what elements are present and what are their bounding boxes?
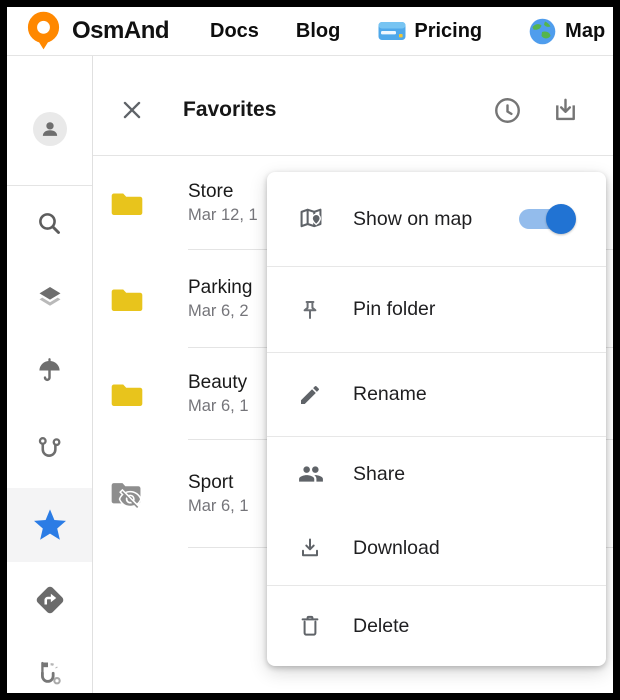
recent-clock-icon[interactable]: [493, 96, 522, 125]
folder-context-menu: Show on map Pin folder: [267, 172, 606, 666]
menu-item-label: Download: [353, 537, 440, 560]
menu-item-delete[interactable]: Delete: [267, 586, 606, 666]
menu-item-label: Show on map: [353, 208, 472, 231]
menu-item-label: Pin folder: [353, 298, 435, 321]
folder-date: Mar 6, 2: [188, 300, 252, 323]
sidebar-item-map-layers[interactable]: [7, 270, 92, 326]
star-icon: [31, 507, 69, 543]
menu-item-show-on-map[interactable]: Show on map: [267, 172, 606, 266]
nav-link-map[interactable]: Map: [565, 20, 605, 43]
plan-route-icon: [36, 659, 64, 687]
umbrella-icon: [36, 357, 63, 384]
sidebar-item-weather[interactable]: [7, 342, 92, 398]
brand-title[interactable]: OsmAnd: [72, 17, 169, 45]
folder-name: Beauty: [188, 370, 249, 395]
push-pin-icon: [298, 298, 324, 322]
menu-item-rename[interactable]: Rename: [267, 353, 606, 436]
folder-icon: [111, 286, 143, 313]
folder-icon: [111, 190, 143, 217]
folder-date: Mar 6, 1: [188, 395, 249, 418]
panel-title: Favorites: [183, 98, 276, 122]
menu-item-pin-folder[interactable]: Pin folder: [267, 267, 606, 352]
folder-name: Sport: [188, 470, 249, 495]
credit-card-icon: [378, 21, 406, 41]
folder-name: Store: [188, 179, 258, 204]
sidebar-item-tracks[interactable]: [7, 420, 92, 476]
hidden-folder-icon: [111, 479, 143, 509]
directions-icon: [33, 583, 67, 617]
sidebar-item-account[interactable]: [7, 101, 92, 157]
app-window: OsmAnd Docs Blog Pricing Map: [7, 7, 613, 693]
sidebar-item-plan-route[interactable]: [7, 645, 92, 693]
menu-item-share[interactable]: Share: [267, 437, 606, 511]
map-with-pin-icon: [298, 206, 324, 232]
top-navigation-bar: OsmAnd Docs Blog Pricing Map: [7, 7, 613, 56]
close-icon[interactable]: [119, 97, 145, 123]
sidebar-divider: [7, 185, 92, 186]
panel-header: Favorites: [93, 56, 613, 156]
trash-icon: [298, 614, 324, 638]
download-icon: [298, 536, 324, 560]
globe-icon: [529, 18, 556, 45]
sidebar-item-favorites[interactable]: [7, 497, 92, 553]
nav-link-blog[interactable]: Blog: [296, 20, 340, 43]
show-on-map-toggle[interactable]: [519, 209, 573, 229]
account-avatar-icon: [33, 112, 67, 146]
layers-icon: [36, 284, 64, 312]
toggle-knob: [546, 204, 576, 234]
favorites-panel: Favorites: [93, 56, 613, 693]
left-sidebar: [7, 56, 93, 693]
nav-link-docs[interactable]: Docs: [210, 20, 259, 43]
import-download-icon[interactable]: [551, 96, 580, 125]
folder-name: Parking: [188, 275, 252, 300]
menu-item-label: Delete: [353, 615, 409, 638]
osmand-logo-icon[interactable]: [27, 11, 60, 51]
folder-icon: [111, 381, 143, 408]
nav-link-pricing[interactable]: Pricing: [414, 20, 482, 43]
pencil-icon: [298, 383, 324, 407]
folder-date: Mar 6, 1: [188, 495, 249, 518]
search-icon: [36, 210, 63, 237]
menu-item-download[interactable]: Download: [267, 511, 606, 585]
menu-item-label: Rename: [353, 383, 427, 406]
menu-item-label: Share: [353, 463, 405, 486]
track-route-icon: [36, 434, 64, 462]
folder-date: Mar 12, 1: [188, 204, 258, 227]
people-icon: [298, 461, 324, 487]
sidebar-item-search[interactable]: [7, 195, 92, 251]
sidebar-item-navigation[interactable]: [7, 572, 92, 628]
